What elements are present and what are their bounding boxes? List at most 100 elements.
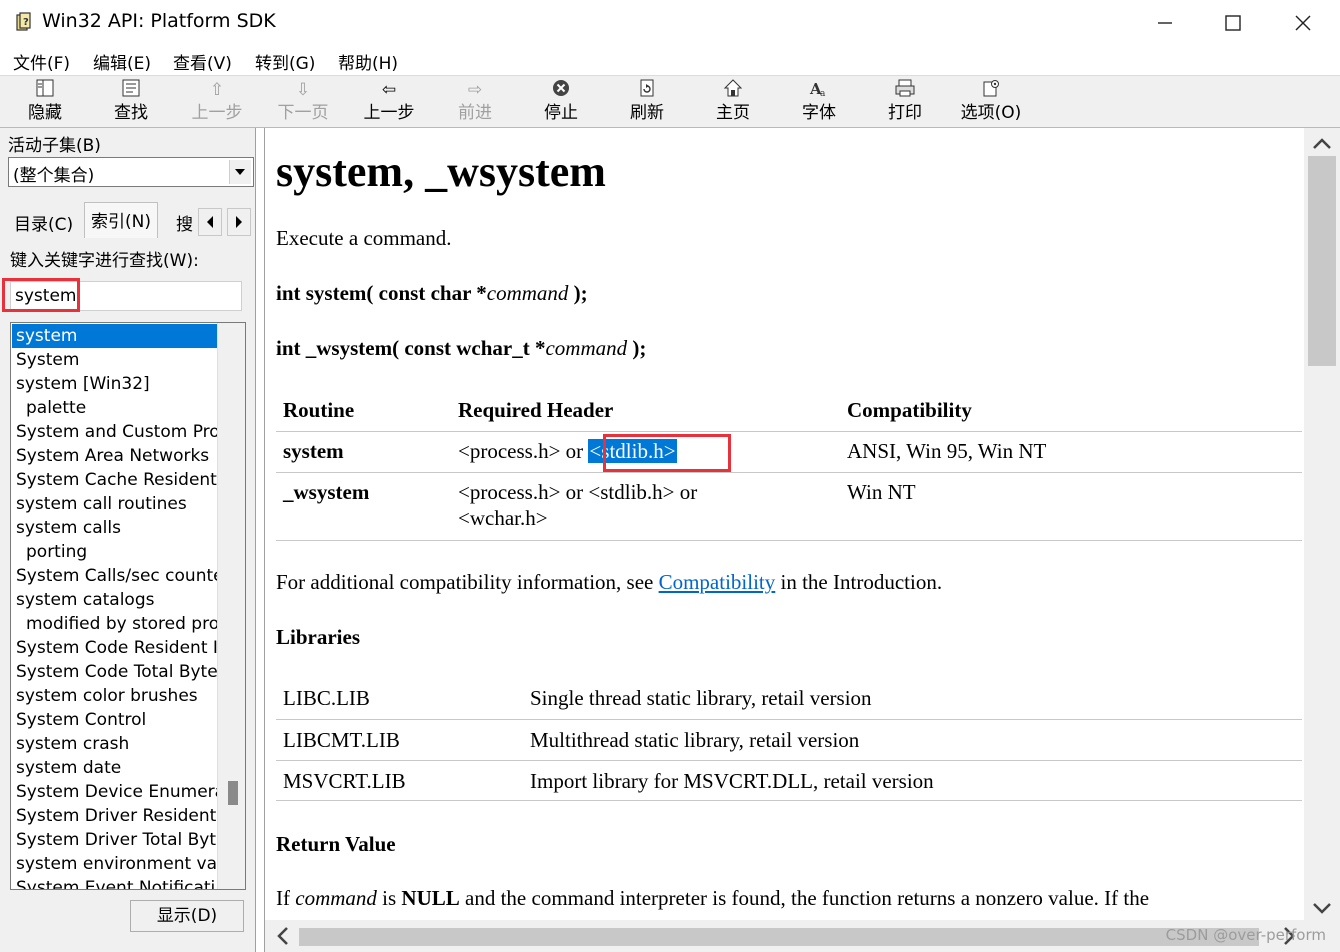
up-arrow-icon: ⇧	[209, 80, 225, 100]
return-value-heading: Return Value	[276, 832, 396, 856]
menu-edit[interactable]: 编辑(E)	[93, 49, 151, 74]
content-scroll-thumb[interactable]	[1308, 156, 1336, 366]
content-hscroll-thumb[interactable]	[299, 928, 1259, 946]
stop-icon	[518, 78, 604, 102]
tab-search[interactable]: 搜	[170, 206, 199, 238]
help-book-icon: ?	[14, 10, 36, 34]
topic-description: Execute a command.	[276, 226, 452, 250]
print-button[interactable]: 打印	[862, 78, 948, 126]
menu-goto[interactable]: 转到(G)	[255, 49, 315, 74]
navigation-pane: 活动子集(B) (整个集合) 目录(C) 索引(N) 搜 键入关键字进行查找(W…	[0, 128, 256, 952]
refresh-button[interactable]: 刷新	[604, 78, 690, 126]
routine-cell: _wsystem	[283, 480, 370, 504]
list-item[interactable]: system environment var	[12, 852, 218, 876]
compat-cell: ANSI, Win 95, Win NT	[847, 439, 1047, 463]
libraries-heading: Libraries	[276, 625, 360, 649]
col-compatibility: Compatibility	[847, 398, 972, 422]
lib-desc: Import library for MSVCRT.DLL, retail ve…	[530, 769, 934, 793]
list-item[interactable]: modified by stored pro	[12, 612, 218, 636]
next-page-disabled-button[interactable]: ⇩ 下一页	[260, 78, 346, 126]
list-item[interactable]: System	[12, 348, 218, 372]
list-item[interactable]: System Code Resident I	[12, 636, 218, 660]
list-item[interactable]: palette	[12, 396, 218, 420]
index-list-scrollbar[interactable]	[217, 323, 245, 889]
chevron-right-icon	[236, 216, 242, 228]
chevron-down-icon	[1313, 903, 1331, 914]
list-item[interactable]: System Calls/sec counte	[12, 564, 218, 588]
list-item[interactable]: system color brushes	[12, 684, 218, 708]
minimize-icon	[1158, 22, 1172, 24]
stdlib-annotation-box	[603, 434, 731, 472]
list-item[interactable]: system call routines	[12, 492, 218, 516]
list-item[interactable]: System Area Networks	[12, 444, 218, 468]
return-value-text: If command is NULL and the command inter…	[276, 886, 1150, 910]
routine-cell: system	[283, 439, 344, 463]
tab-scroll-left-button[interactable]	[198, 208, 222, 236]
active-subset-dropdown[interactable]: (整个集合)	[8, 157, 254, 187]
list-item[interactable]: System Control	[12, 708, 218, 732]
header-cell: <process.h> or <stdlib.h> or	[458, 480, 698, 504]
forward-arrow-icon: ⇨	[467, 80, 483, 100]
hide-button[interactable]: 隐藏	[2, 78, 88, 126]
header-cell-line2: <wchar.h>	[458, 506, 548, 530]
chevron-down-icon[interactable]	[229, 160, 251, 184]
list-item[interactable]: System Device Enumera	[12, 780, 218, 804]
back-button[interactable]: ⇦ 上一步	[346, 78, 432, 126]
keyword-annotation-box	[2, 278, 80, 312]
lib-desc: Single thread static library, retail ver…	[530, 686, 872, 710]
stop-button[interactable]: 停止	[518, 78, 604, 126]
title-bar[interactable]: ? Win32 API: Platform SDK	[0, 0, 1340, 44]
chevron-left-icon	[277, 927, 288, 945]
forward-button[interactable]: ⇨ 前进	[432, 78, 518, 126]
index-list-scroll-thumb[interactable]	[228, 781, 238, 805]
down-arrow-icon: ⇩	[295, 80, 311, 100]
find-button[interactable]: 查找	[88, 78, 174, 126]
list-item[interactable]: System Event Notificati	[12, 876, 218, 889]
table-row: MSVCRT.LIB Import library for MSVCRT.DLL…	[276, 760, 1302, 801]
list-item[interactable]: System Driver Resident	[12, 804, 218, 828]
col-routine: Routine	[283, 398, 355, 422]
list-item[interactable]: system date	[12, 756, 218, 780]
list-item[interactable]: System Code Total Byte	[12, 660, 218, 684]
tab-index[interactable]: 索引(N)	[84, 202, 158, 238]
list-item[interactable]: system	[12, 324, 218, 348]
list-item[interactable]: porting	[12, 540, 218, 564]
menu-view[interactable]: 查看(V)	[173, 49, 232, 74]
options-button[interactable]: 选项(O)	[948, 78, 1034, 126]
prev-step-disabled-button[interactable]: ⇧ 上一步	[174, 78, 260, 126]
table-row: system <process.h> or <stdlib.h> ANSI, W…	[276, 432, 1302, 473]
content-vertical-scrollbar[interactable]	[1304, 128, 1340, 920]
list-item[interactable]: System Cache Resident	[12, 468, 218, 492]
list-item[interactable]: system crash	[12, 732, 218, 756]
list-item[interactable]: system calls	[12, 516, 218, 540]
list-item[interactable]: System Driver Total Byt	[12, 828, 218, 852]
nav-tabs: 目录(C) 索引(N) 搜	[0, 200, 256, 240]
display-button[interactable]: 显示(D)	[130, 900, 244, 932]
minimize-button[interactable]	[1142, 6, 1188, 40]
chevron-left-icon	[207, 216, 213, 228]
chevron-up-icon	[1313, 138, 1331, 149]
close-button[interactable]	[1280, 6, 1326, 40]
page-title: system, _wsystem	[276, 147, 606, 196]
find-icon	[88, 78, 174, 102]
list-item[interactable]: System and Custom Pro	[12, 420, 218, 444]
index-items: system System system [Win32] palette System …	[12, 324, 218, 889]
menu-file[interactable]: 文件(F)	[13, 49, 70, 74]
font-button[interactable]: Aa 字体	[776, 78, 862, 126]
list-item[interactable]: system catalogs	[12, 588, 218, 612]
index-listbox[interactable]: system System system [Win32] palette System …	[10, 322, 246, 890]
tab-scroll-right-button[interactable]	[227, 208, 251, 236]
compatibility-link[interactable]: Compatibility	[659, 570, 776, 594]
maximize-button[interactable]	[1210, 6, 1256, 40]
maximize-icon	[1225, 15, 1241, 31]
list-item[interactable]: system [Win32]	[12, 372, 218, 396]
toolbar: 隐藏 查找 ⇧ 上一步 ⇩ 下一页 ⇦ 上一步 ⇨ 前进 停止 刷新 主页 A …	[0, 76, 1340, 128]
active-subset-label: 活动子集(B)	[8, 136, 101, 156]
svg-text:a: a	[820, 89, 826, 98]
home-icon	[690, 78, 776, 102]
col-required-header: Required Header	[458, 398, 614, 422]
menu-help[interactable]: 帮助(H)	[338, 49, 398, 74]
tab-contents[interactable]: 目录(C)	[8, 206, 79, 238]
close-icon	[1295, 15, 1311, 31]
home-button[interactable]: 主页	[690, 78, 776, 126]
